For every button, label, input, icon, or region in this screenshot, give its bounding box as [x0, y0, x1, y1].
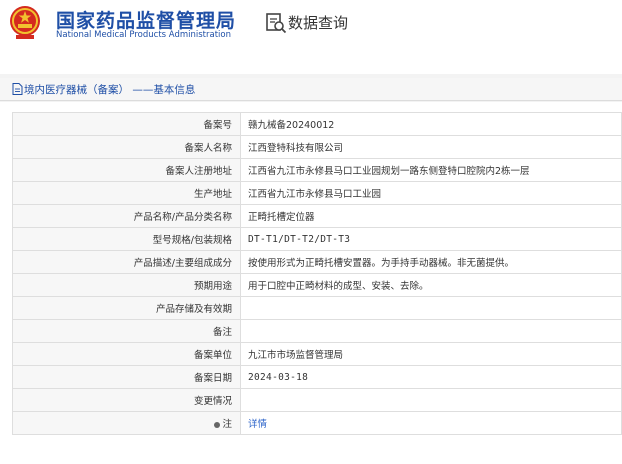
- table-row: 产品描述/主要组成成分 按使用形式为正畸托槽安置器。为手持手动器械。非无菌提供。: [12, 250, 622, 274]
- row-value: 赣九械备20240012: [240, 112, 622, 136]
- record-info-table: 备案号 赣九械备20240012 备案人名称 江西登特科技有限公司 备案人注册地址 江西省…: [12, 112, 622, 435]
- row-label: 备案号: [12, 112, 241, 136]
- table-row: 备案日期 2024-03-18: [12, 365, 622, 389]
- row-label: 生产地址: [12, 181, 241, 205]
- detail-link[interactable]: 详情: [248, 419, 267, 430]
- row-label: 备案人注册地址: [12, 158, 241, 182]
- row-value: 用于口腔中正畸材料的成型、安装、去除。: [240, 273, 622, 297]
- row-value: 正畸托槽定位器: [240, 204, 622, 228]
- site-title: 国家药品监督管理局: [56, 10, 237, 32]
- table-row: 型号规格/包装规格 DT-T1/DT-T2/DT-T3: [12, 227, 622, 251]
- row-value: DT-T1/DT-T2/DT-T3: [240, 227, 622, 251]
- table-row: 备案号 赣九械备20240012: [12, 112, 622, 136]
- row-label: 变更情况: [12, 388, 241, 412]
- site-subtitle: National Medical Products Administration: [56, 30, 231, 40]
- table-row: 备案人注册地址 江西省九江市永修县马口工业园规划一路东侧登特口腔院内2栋一层: [12, 158, 622, 182]
- table-row: 产品名称/产品分类名称 正畸托槽定位器: [12, 204, 622, 228]
- row-value: [240, 388, 622, 412]
- row-value: 江西省九江市永修县马口工业园: [240, 181, 622, 205]
- row-value: 2024-03-18: [240, 365, 622, 389]
- row-value: 江西省九江市永修县马口工业园规划一路东侧登特口腔院内2栋一层: [240, 158, 622, 182]
- row-value: 九江市市场监督管理局: [240, 342, 622, 366]
- data-query-icon: [266, 13, 287, 34]
- note-label: 注: [222, 419, 232, 430]
- breadcrumb: 境内医疗器械（备案） ——基本信息: [0, 78, 622, 101]
- row-value: 按使用形式为正畸托槽安置器。为手持手动器械。非无菌提供。: [240, 250, 622, 274]
- table-row: 生产地址 江西省九江市永修县马口工业园: [12, 181, 622, 205]
- row-label: 预期用途: [12, 273, 241, 297]
- row-label: 备注: [12, 319, 241, 343]
- row-label: 备案单位: [12, 342, 241, 366]
- row-value: [240, 296, 622, 320]
- table-row: 预期用途 用于口腔中正畸材料的成型、安装、去除。: [12, 273, 622, 297]
- table-row: 注 详情: [12, 411, 622, 435]
- table-row: 备注: [12, 319, 622, 343]
- record-panel: 备案号 赣九械备20240012 备案人名称 江西登特科技有限公司 备案人注册地址 江西省…: [0, 102, 622, 464]
- national-emblem-icon: [10, 6, 40, 39]
- row-label: 备案人名称: [12, 135, 241, 159]
- note-value-cell: 详情: [240, 411, 622, 435]
- row-value: [240, 319, 622, 343]
- row-value: 江西登特科技有限公司: [240, 135, 622, 159]
- table-row: 变更情况: [12, 388, 622, 412]
- document-icon: [12, 83, 23, 95]
- site-header: 国家药品监督管理局 National Medical Products Admi…: [0, 0, 622, 74]
- row-label: 产品描述/主要组成成分: [12, 250, 241, 274]
- table-row: 产品存储及有效期: [12, 296, 622, 320]
- table-row: 备案人名称 江西登特科技有限公司: [12, 135, 622, 159]
- table-row: 备案单位 九江市市场监督管理局: [12, 342, 622, 366]
- row-label: 型号规格/包装规格: [12, 227, 241, 251]
- pin-icon: [214, 421, 221, 428]
- row-label: 产品存储及有效期: [12, 296, 241, 320]
- row-label: 产品名称/产品分类名称: [12, 204, 241, 228]
- data-query-title: 数据查询: [288, 14, 349, 32]
- note-label-cell: 注: [12, 411, 241, 435]
- breadcrumb-text: 境内医疗器械（备案） ——基本信息: [24, 84, 196, 96]
- row-label: 备案日期: [12, 365, 241, 389]
